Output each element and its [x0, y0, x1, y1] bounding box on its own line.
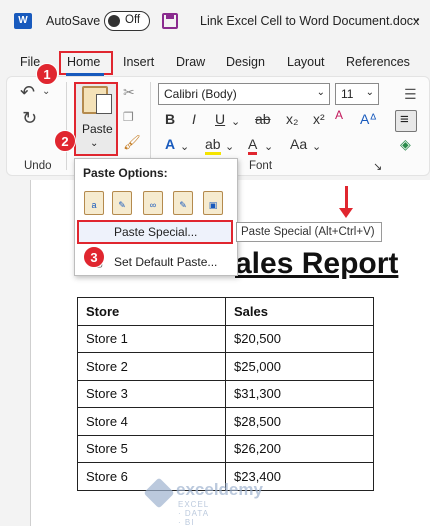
superscript-button[interactable]: x² [313, 111, 325, 127]
watermark-name: exceldemy [176, 480, 263, 499]
save-icon[interactable] [162, 13, 178, 29]
undo-group-label: Undo [24, 160, 52, 172]
paste-label: Paste [82, 122, 113, 136]
font-name-select[interactable]: Calibri (Body) ⌄ [158, 83, 330, 105]
annotation-arrow-head [339, 208, 353, 218]
paste-chevron-icon[interactable]: ⌄ [90, 138, 98, 149]
chevron-down-icon: ⌄ [316, 87, 325, 98]
paste-special-tooltip: Paste Special (Alt+Ctrl+V) [236, 222, 382, 242]
underline-button[interactable]: U [215, 111, 225, 127]
toggle-knob [108, 14, 120, 27]
font-size-select[interactable]: 11 ⌄ [335, 83, 379, 105]
header-sales[interactable]: Sales [225, 297, 374, 326]
font-name-value: Calibri (Body) [164, 87, 237, 101]
table-cell[interactable]: $20,500 [225, 324, 374, 353]
tab-references[interactable]: References [346, 55, 410, 69]
chevron-down-icon[interactable]: ⌄ [225, 140, 234, 153]
chevron-down-icon[interactable]: ⌄ [180, 140, 189, 153]
format-painter-icon[interactable]: 🖌 [123, 134, 141, 151]
tab-layout[interactable]: Layout [287, 55, 325, 69]
chevron-down-icon: ⌄ [365, 87, 374, 98]
text-effects-button[interactable]: A [165, 136, 175, 152]
watermark-tagline: EXCEL · DATA · BI [178, 500, 209, 526]
home-highlight-box [59, 51, 113, 75]
report-title: ales Report [235, 247, 399, 280]
step-badge-3: 3 [83, 246, 105, 268]
keep-source-formatting-icon[interactable]: a [84, 191, 104, 215]
table-row: Store 4 $28,500 [77, 407, 374, 436]
undo-chevron-icon[interactable]: ⌄ [42, 86, 50, 97]
merge-formatting-icon[interactable]: ✎ [112, 191, 132, 215]
font-size-value: 11 [341, 87, 354, 101]
shading-icon[interactable]: ◈ [400, 136, 411, 153]
align-left-icon[interactable] [395, 110, 417, 132]
highlight-button[interactable]: ab [205, 136, 221, 155]
font-group-label: Font [249, 160, 273, 172]
chevron-down-icon[interactable]: ⌄ [411, 10, 422, 26]
undo-icon[interactable]: ↶ [20, 82, 35, 103]
subscript-button[interactable]: x₂ [286, 111, 298, 127]
tab-insert[interactable]: Insert [123, 55, 154, 69]
paste-special-label: Paste Special... [114, 225, 198, 239]
change-case-button[interactable]: Aa [290, 136, 307, 152]
link-keep-source-icon[interactable]: ∞ [143, 191, 163, 215]
font-color-button[interactable]: A [248, 136, 258, 155]
tab-design[interactable]: Design [226, 55, 265, 69]
strikethrough-button[interactable]: ab [255, 111, 271, 127]
redo-icon[interactable]: ↻ [22, 108, 37, 129]
grow-font-button[interactable]: Aᐞ [360, 111, 377, 128]
bold-button[interactable]: B [165, 111, 175, 127]
link-merge-icon[interactable]: ✎ [173, 191, 193, 215]
autosave-state: Off [125, 14, 141, 26]
table-cell[interactable]: $26,200 [225, 434, 374, 463]
table-cell[interactable]: $25,000 [225, 352, 374, 381]
bullets-icon[interactable]: ☰ [404, 86, 417, 103]
set-default-paste-item[interactable]: Set Default Paste... [114, 255, 217, 269]
table-cell[interactable]: Store 1 [77, 324, 226, 353]
chevron-down-icon[interactable]: ⌄ [231, 115, 240, 128]
chevron-down-icon[interactable]: ⌄ [264, 140, 273, 153]
table-cell[interactable]: Store 5 [77, 434, 226, 463]
divider [66, 82, 67, 170]
divider [150, 82, 151, 170]
tab-draw[interactable]: Draw [176, 55, 205, 69]
table-row: Store 2 $25,000 [77, 352, 374, 381]
copy-icon[interactable]: ❐ [123, 110, 134, 124]
table-header-row: Store Sales [77, 297, 374, 326]
table-cell[interactable]: Store 3 [77, 379, 226, 408]
step-badge-2: 2 [54, 130, 76, 152]
paste-options-heading: Paste Options: [83, 166, 168, 180]
picture-paste-icon[interactable]: ▣ [203, 191, 223, 215]
table-row: Store 1 $20,500 [77, 324, 374, 353]
font-dialog-launcher-icon[interactable]: ↘ [373, 160, 382, 173]
header-store[interactable]: Store [77, 297, 226, 326]
autosave-toggle[interactable]: Off [104, 11, 150, 31]
cut-icon[interactable]: ✂ [123, 84, 135, 101]
autosave-label: AutoSave [46, 14, 101, 28]
italic-button[interactable]: I [192, 111, 196, 127]
word-app-icon: W [14, 13, 32, 29]
clear-format-icon[interactable]: A [335, 108, 343, 122]
step-badge-1: 1 [36, 63, 58, 85]
sales-table: Store Sales Store 1 $20,500 Store 2 $25,… [77, 297, 374, 491]
document-title: Link Excel Cell to Word Document.docx [200, 14, 420, 28]
table-row: Store 3 $31,300 [77, 379, 374, 408]
table-row: Store 5 $26,200 [77, 434, 374, 463]
table-cell[interactable]: Store 4 [77, 407, 226, 436]
chevron-down-icon[interactable]: ⌄ [312, 140, 321, 153]
table-cell[interactable]: $31,300 [225, 379, 374, 408]
clipboard-icon [82, 86, 112, 114]
table-cell[interactable]: Store 2 [77, 352, 226, 381]
title-bar: W AutoSave Off Link Excel Cell to Word D… [0, 0, 430, 40]
table-cell[interactable]: $28,500 [225, 407, 374, 436]
